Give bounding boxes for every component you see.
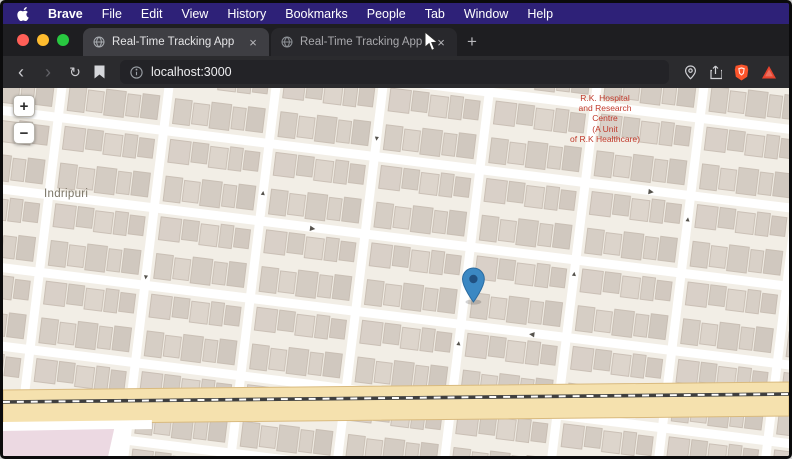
tab-1[interactable]: Real-Time Tracking App ×: [83, 28, 269, 56]
minimize-window-button[interactable]: [37, 34, 49, 46]
zoom-in-button[interactable]: +: [13, 95, 35, 117]
menu-item-file[interactable]: File: [102, 7, 122, 21]
toolbar-right-icons: [684, 64, 779, 81]
menu-item-bookmarks[interactable]: Bookmarks: [285, 7, 348, 21]
svg-text:▼: ▼: [142, 274, 150, 282]
menu-item-tab[interactable]: Tab: [425, 7, 445, 21]
menu-item-edit[interactable]: Edit: [141, 7, 163, 21]
map-canvas[interactable]: ▲ ▼ ▲ ▲ ▼ ▲ ▶ ◀ ▶: [3, 88, 789, 456]
svg-text:▲: ▲: [684, 216, 692, 224]
menu-item-history[interactable]: History: [227, 7, 266, 21]
zoom-out-button[interactable]: −: [13, 122, 35, 144]
svg-text:▲: ▲: [570, 271, 578, 279]
svg-text:▼: ▼: [373, 135, 381, 143]
tab-2[interactable]: Real-Time Tracking App ×: [271, 28, 457, 56]
forward-button[interactable]: ›: [40, 63, 56, 81]
highway-road: [3, 381, 789, 425]
menu-item-view[interactable]: View: [181, 7, 208, 21]
bookmark-icon[interactable]: [94, 65, 105, 79]
tab-close-icon[interactable]: ×: [433, 34, 449, 50]
svg-text:▲: ▲: [259, 190, 267, 198]
tab-title: Real-Time Tracking App: [112, 36, 235, 48]
menu-item-people[interactable]: People: [367, 7, 406, 21]
back-button[interactable]: ‹: [13, 63, 29, 81]
browser-window: Brave File Edit View History Bookmarks P…: [0, 0, 792, 459]
close-window-button[interactable]: [17, 34, 29, 46]
svg-text:▲: ▲: [455, 340, 463, 348]
apple-menu-icon[interactable]: [17, 6, 29, 21]
reload-button[interactable]: ↻: [67, 65, 83, 79]
menu-item-brave[interactable]: Brave: [48, 7, 83, 21]
window-controls: [3, 24, 83, 56]
menu-item-help[interactable]: Help: [527, 7, 553, 21]
place-label-indripuri: Indripuri: [44, 188, 89, 200]
zoom-window-button[interactable]: [57, 34, 69, 46]
tab-close-icon[interactable]: ×: [245, 34, 261, 50]
location-icon[interactable]: [684, 64, 697, 80]
brave-shield-icon[interactable]: [734, 64, 749, 81]
info-icon[interactable]: [130, 65, 143, 79]
pink-zone: [3, 429, 120, 456]
url-text: localhost:3000: [151, 65, 232, 79]
tab-title: Real-Time Tracking App: [300, 36, 423, 48]
globe-favicon-icon: [281, 36, 293, 48]
map-view[interactable]: ▲ ▼ ▲ ▲ ▼ ▲ ▶ ◀ ▶ + − Indripuri R.K. Hos…: [3, 88, 789, 456]
globe-favicon-icon: [93, 36, 105, 48]
address-bar[interactable]: localhost:3000: [120, 60, 669, 84]
menu-item-window[interactable]: Window: [464, 7, 508, 21]
hospital-label: R.K. Hospital and Research Centre (A Uni…: [570, 93, 640, 144]
share-icon[interactable]: [709, 65, 722, 80]
menu-bar: Brave File Edit View History Bookmarks P…: [3, 3, 789, 24]
new-tab-button[interactable]: +: [457, 28, 487, 56]
navigation-toolbar: ‹ › ↻ localhost:3000: [3, 56, 789, 88]
rewards-triangle-icon[interactable]: [761, 65, 777, 80]
tab-bar: Real-Time Tracking App × Real-Time Track…: [3, 24, 789, 56]
zoom-controls: + −: [13, 95, 35, 144]
